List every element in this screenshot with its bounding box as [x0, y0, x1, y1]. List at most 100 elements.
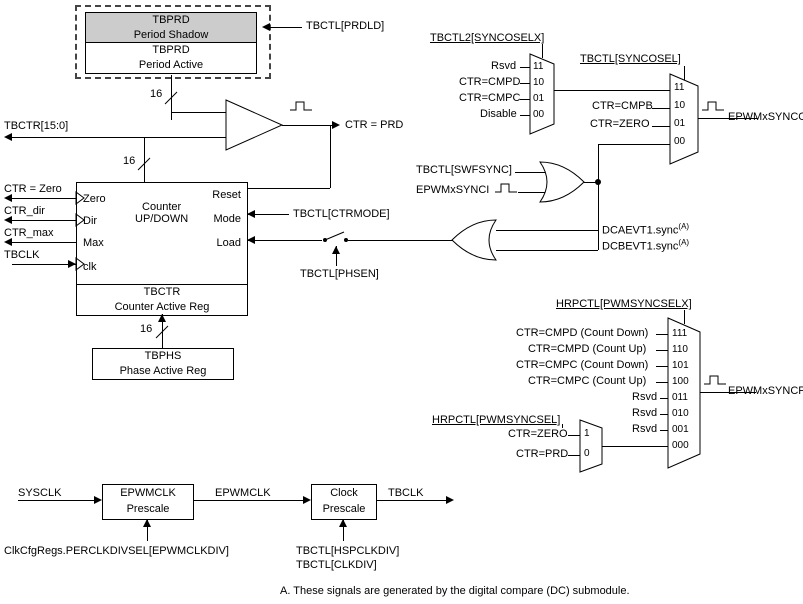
mode-arr	[247, 210, 255, 218]
tbclk-line	[12, 264, 76, 265]
slash-3	[156, 326, 168, 338]
load-line	[247, 240, 322, 241]
tbctr-out-arr	[4, 133, 12, 141]
dca-label: DCAEVT1.sync(A)	[602, 222, 689, 237]
hr-o2: Rsvd	[632, 407, 657, 419]
cmp-out-arr	[332, 121, 340, 129]
hrs-c0: 0	[584, 448, 590, 459]
footnote: A. These signals are generated by the di…	[280, 585, 630, 597]
hrpctl-small-title: HRPCTL[PWMSYNCSEL]	[432, 414, 560, 426]
hr-c7: 111	[672, 328, 687, 339]
counter-sub: UP/DOWN	[135, 213, 188, 225]
hr-o6: CTR=CMPD (Count Up)	[528, 343, 646, 355]
sysclk-label: SYSCLK	[18, 487, 61, 499]
tbclk-out-arr	[446, 496, 454, 504]
load-arr	[247, 236, 255, 244]
hr-out-label: EPWMxSYNCPER	[728, 385, 803, 397]
tbprd-active-sub: Period Active	[139, 59, 203, 71]
pulse-icon-3	[495, 182, 517, 194]
hr-o3: Rsvd	[632, 391, 657, 403]
tbphs-title: TBPHS	[145, 350, 182, 362]
dcb-label: DCBEVT1.sync(A)	[602, 238, 689, 253]
switch-icon	[322, 230, 350, 246]
synci-label: EPWMxSYNCI	[416, 184, 489, 196]
tbctr-bus-label: TBCTR[15:0]	[4, 120, 68, 132]
cmp-out	[282, 125, 332, 126]
so-c3: 11	[674, 82, 684, 93]
hr-o4: CTR=CMPC (Count Up)	[528, 375, 646, 387]
sx-c0: 00	[533, 109, 544, 120]
cmp-in2	[144, 137, 226, 138]
ctr-zero-arr	[4, 194, 12, 202]
tbclk-arr	[68, 260, 76, 268]
counter-title: Counter	[142, 201, 181, 213]
tbprd-bus-width: 16	[150, 88, 162, 100]
prdld-label: TBCTL[PRDLD]	[306, 20, 384, 32]
tri-dir	[76, 214, 86, 226]
in-zero: Zero	[83, 193, 106, 205]
ctr-max-line	[12, 242, 76, 243]
ctr-prd-label: CTR = PRD	[345, 119, 403, 131]
slash-2	[138, 158, 150, 170]
counter-block: Counter UP/DOWN Zero Dir Max clk Reset M…	[76, 182, 248, 286]
sx-c2: 10	[533, 77, 544, 88]
cmp-in1	[171, 112, 226, 113]
out-reset: Reset	[212, 189, 241, 201]
tbphs-arr	[158, 314, 166, 322]
ctr-dir-line	[12, 220, 76, 221]
sx-o1: CTR=CMPC	[459, 92, 520, 104]
phsen-arr	[332, 246, 340, 254]
counter-title-wrap: Counter UP/DOWN	[135, 201, 188, 225]
prdld-line	[270, 27, 302, 28]
so-c1: 01	[674, 118, 685, 129]
hr-c1: 001	[672, 424, 689, 435]
ctr-zero-line	[12, 198, 76, 199]
epwmclk-label: EPWMCLK	[215, 487, 271, 499]
slash-1	[165, 92, 177, 104]
so-o1: CTR=ZERO	[590, 118, 650, 130]
hr-o1: Rsvd	[632, 423, 657, 435]
clkcfg-label: ClkCfgRegs.PERCLKDIVSEL[EPWMCLKDIV]	[4, 545, 229, 557]
ctr-max-label: CTR_max	[4, 227, 54, 239]
or-gate-1	[540, 162, 590, 202]
pulse-icon-4	[704, 374, 726, 386]
hr-c6: 110	[672, 344, 688, 355]
in-max: Max	[83, 237, 104, 249]
hr-c2: 010	[672, 408, 689, 419]
hr-c3: 011	[672, 392, 688, 403]
sx-o3: Rsvd	[491, 60, 516, 72]
hrs-o0: CTR=PRD	[516, 448, 568, 460]
clock-prescale: ClockPrescale	[311, 484, 377, 520]
tbctr-reg-sub: Counter Active Reg	[115, 301, 210, 313]
syncosel-sel-line	[684, 66, 685, 80]
tri-clk	[76, 258, 86, 270]
tbprd-active-title: TBPRD	[152, 44, 189, 56]
sx-o2: CTR=CMPD	[459, 76, 520, 88]
tbprd-shadow-sub: Period Shadow	[134, 29, 209, 41]
tbprd-shadow: TBPRD Period Shadow	[85, 12, 257, 44]
out-mode: Mode	[213, 213, 241, 225]
pulse-icon-1	[290, 100, 312, 112]
syncoselx-title: TBCTL2[SYNCOSELX]	[430, 32, 544, 44]
hrpctl-title: HRPCTL[PWMSYNCSELX]	[556, 298, 692, 310]
tbprd-active: TBPRD Period Active	[85, 42, 257, 74]
syncosel-title: TBCTL[SYNCOSEL]	[580, 53, 681, 65]
ctr-dir-label: CTR_dir	[4, 205, 45, 217]
tbclk-label: TBCLK	[4, 249, 39, 261]
so-in3-line	[554, 90, 670, 91]
sx-c3: 11	[533, 61, 543, 72]
tbphs-block: TBPHS Phase Active Reg	[92, 348, 234, 380]
sysclk-arr	[94, 496, 102, 504]
swfsync-label: TBCTL[SWFSYNC]	[416, 164, 512, 176]
so-c0: 00	[674, 136, 685, 147]
epwmclk-prescale: EPWMCLKPrescale	[102, 484, 194, 520]
tbctr-out-line	[12, 137, 144, 138]
pulse-icon-2	[702, 100, 724, 112]
sx-c1: 01	[533, 93, 544, 104]
tbphs-sub: Phase Active Reg	[120, 365, 207, 377]
comparator-icon	[226, 100, 286, 150]
synco-out-label: EPWMxSYNCO	[728, 111, 803, 123]
epwmclk-arr	[303, 496, 311, 504]
reset-line-h	[247, 188, 330, 189]
syncoselx-sel-line	[542, 44, 543, 58]
